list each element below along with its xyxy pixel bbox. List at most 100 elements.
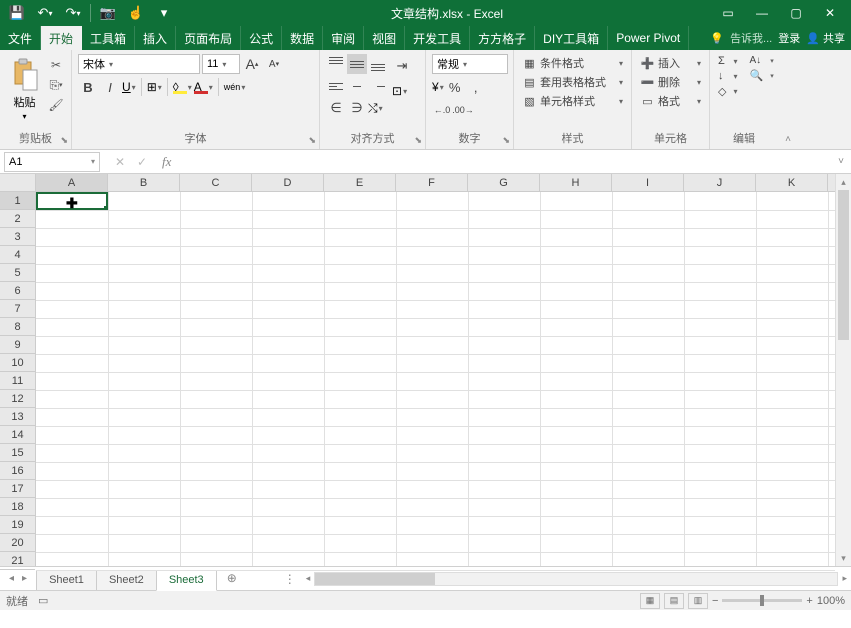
decrease-decimal-button[interactable]: .00→: [453, 100, 473, 120]
cell-styles-button[interactable]: ▧单元格样式▾: [520, 92, 625, 110]
wrap-text-button[interactable]: ⇥: [392, 56, 412, 76]
column-header-C[interactable]: C: [180, 174, 252, 191]
align-right-button[interactable]: [368, 76, 388, 96]
column-header-G[interactable]: G: [468, 174, 540, 191]
border-button[interactable]: ⊞▾: [147, 80, 162, 94]
undo-button[interactable]: ↶▾: [34, 2, 56, 24]
column-header-A[interactable]: A: [36, 174, 108, 191]
bold-button[interactable]: B: [78, 77, 98, 97]
zoom-in-button[interactable]: +: [806, 595, 812, 607]
column-header-K[interactable]: K: [756, 174, 828, 191]
row-header-11[interactable]: 11: [0, 372, 35, 390]
row-header-13[interactable]: 13: [0, 408, 35, 426]
tab-review[interactable]: 审阅: [323, 26, 364, 50]
number-format-combo[interactable]: 常规▾: [432, 54, 508, 74]
tab-insert[interactable]: 插入: [135, 26, 176, 50]
column-header-I[interactable]: I: [612, 174, 684, 191]
column-header-E[interactable]: E: [324, 174, 396, 191]
fx-icon[interactable]: fx: [158, 154, 175, 170]
align-left-button[interactable]: [326, 76, 346, 96]
column-header-D[interactable]: D: [252, 174, 324, 191]
redo-button[interactable]: ↷▾: [62, 2, 84, 24]
row-header-19[interactable]: 19: [0, 516, 35, 534]
column-header-B[interactable]: B: [108, 174, 180, 191]
paste-button[interactable]: 粘贴 ▾: [6, 54, 43, 124]
align-center-button[interactable]: [347, 76, 367, 96]
clear-button[interactable]: ◇▾: [716, 84, 739, 99]
touch-mode-button[interactable]: ☝: [125, 2, 147, 24]
row-header-17[interactable]: 17: [0, 480, 35, 498]
font-launcher[interactable]: ⬊: [308, 135, 316, 146]
row-header-9[interactable]: 9: [0, 336, 35, 354]
vscroll-thumb[interactable]: [838, 190, 849, 340]
normal-view-button[interactable]: ▦: [640, 593, 660, 609]
tell-me-button[interactable]: 告诉我...: [730, 30, 772, 46]
page-break-view-button[interactable]: ▥: [688, 593, 708, 609]
tab-fanggezi[interactable]: 方方格子: [470, 26, 535, 50]
row-header-1[interactable]: 1: [0, 192, 35, 210]
sort-filter-button[interactable]: A↓▾: [747, 54, 775, 67]
format-as-table-button[interactable]: ▤套用表格格式▾: [520, 73, 625, 91]
row-header-7[interactable]: 7: [0, 300, 35, 318]
copy-button[interactable]: ⎘▾: [47, 77, 65, 93]
qat-customize-button[interactable]: ▾: [153, 2, 175, 24]
font-color-button[interactable]: A▾: [194, 80, 213, 94]
last-sheet-button[interactable]: ▸: [19, 573, 30, 584]
insert-cells-button[interactable]: ➕插入▾: [638, 54, 703, 72]
save-button[interactable]: 💾: [6, 2, 28, 24]
page-layout-view-button[interactable]: ▤: [664, 593, 684, 609]
align-top-button[interactable]: [326, 54, 346, 74]
tab-data[interactable]: 数据: [282, 26, 323, 50]
row-header-12[interactable]: 12: [0, 390, 35, 408]
percent-button[interactable]: %: [445, 77, 465, 97]
comma-style-button[interactable]: ,: [466, 77, 486, 97]
number-launcher[interactable]: ⬊: [502, 135, 510, 146]
row-header-5[interactable]: 5: [0, 264, 35, 282]
hscroll-thumb[interactable]: [315, 573, 435, 585]
tab-diy-toolbox[interactable]: DIY工具箱: [535, 26, 608, 50]
tab-split-handle[interactable]: ⋮: [278, 572, 302, 586]
maximize-button[interactable]: ▢: [781, 2, 811, 24]
tab-page-layout[interactable]: 页面布局: [176, 26, 241, 50]
zoom-out-button[interactable]: −: [712, 595, 718, 607]
camera-button[interactable]: 📷: [97, 2, 119, 24]
sheet-tab-sheet2[interactable]: Sheet2: [96, 570, 157, 590]
align-bottom-button[interactable]: [368, 54, 388, 74]
find-select-button[interactable]: 🔍▾: [747, 68, 775, 83]
sheet-tab-sheet3[interactable]: Sheet3: [156, 570, 217, 591]
row-header-2[interactable]: 2: [0, 210, 35, 228]
vertical-scrollbar[interactable]: ▴ ▾: [835, 174, 851, 566]
grow-font-button[interactable]: A▴: [242, 54, 262, 74]
fill-button[interactable]: ↓▾: [716, 69, 739, 83]
alignment-launcher[interactable]: ⬊: [414, 135, 422, 146]
column-header-F[interactable]: F: [396, 174, 468, 191]
row-header-21[interactable]: 21: [0, 552, 35, 570]
worksheet-grid[interactable]: ABCDEFGHIJK 1234567891011121314151617181…: [0, 174, 851, 566]
row-header-6[interactable]: 6: [0, 282, 35, 300]
select-all-corner[interactable]: [0, 174, 36, 192]
tab-formulas[interactable]: 公式: [241, 26, 282, 50]
cancel-formula-button[interactable]: ✕: [110, 152, 130, 172]
row-header-18[interactable]: 18: [0, 498, 35, 516]
increase-indent-button[interactable]: ∋: [347, 98, 367, 118]
increase-decimal-button[interactable]: ←.0: [432, 100, 452, 120]
scroll-right-button[interactable]: ▸: [838, 573, 851, 584]
tab-view[interactable]: 视图: [364, 26, 405, 50]
row-header-10[interactable]: 10: [0, 354, 35, 372]
row-header-4[interactable]: 4: [0, 246, 35, 264]
merge-center-button[interactable]: ⊡▾: [392, 84, 412, 98]
expand-formula-bar[interactable]: ˅: [831, 156, 851, 167]
row-header-20[interactable]: 20: [0, 534, 35, 552]
conditional-format-button[interactable]: ▦条件格式▾: [520, 54, 625, 72]
clipboard-launcher[interactable]: ⬊: [60, 135, 68, 146]
tab-file[interactable]: 文件: [0, 26, 41, 50]
macro-record-button[interactable]: ▭: [38, 594, 48, 607]
autosum-button[interactable]: Σ▾: [716, 54, 739, 68]
close-button[interactable]: ✕: [815, 2, 845, 24]
share-button[interactable]: 👤 共享: [806, 30, 845, 46]
accounting-format-button[interactable]: ¥▾: [432, 77, 444, 97]
cut-button[interactable]: ✂: [47, 57, 65, 73]
minimize-button[interactable]: —: [747, 2, 777, 24]
format-painter-button[interactable]: 🖌: [47, 97, 65, 113]
orientation-button[interactable]: ⤭▾: [368, 98, 383, 118]
